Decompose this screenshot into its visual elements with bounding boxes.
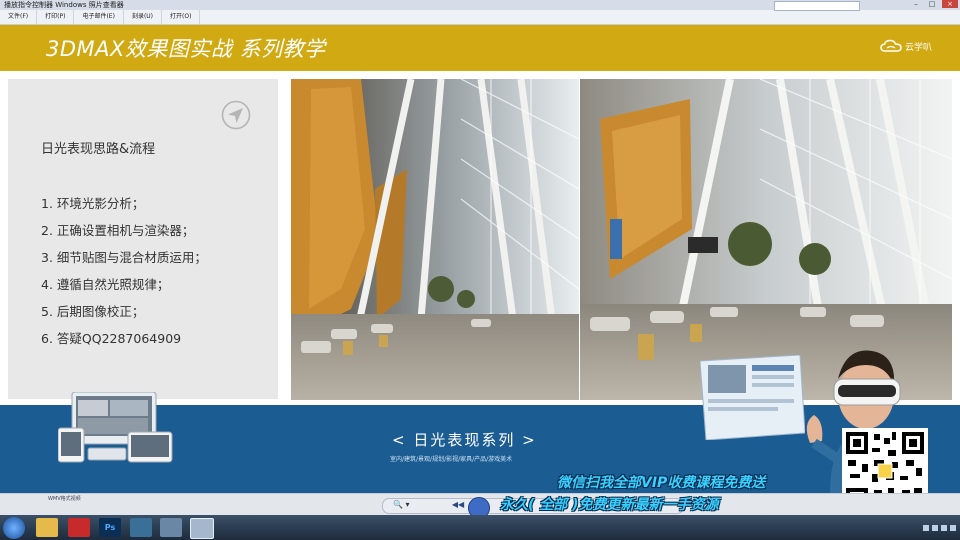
promo-text-line1: 微信扫我全部VIP收费课程免费送 [557,475,766,491]
list-item: 6. 答疑QQ2287064909 [41,331,182,346]
steps-list: 1. 环境光影分析； 2. 正确设置相机与渲染器； 3. 细节贴图与混合材质运用… [41,190,271,352]
flag-icon[interactable] [941,524,947,531]
maximize-button[interactable]: □ [926,0,938,8]
list-item: 3. 细节贴图与混合材质运用； [41,250,207,265]
list-item: 4. 遵循自然光照规律； [41,277,170,292]
zoom-button[interactable]: 🔍 ▾ [393,500,410,509]
floating-screen-image [700,355,805,440]
clock-icon[interactable] [950,524,956,531]
taskbar-window-icon[interactable] [160,518,182,537]
menu-file[interactable]: 文件(F) [0,10,38,24]
video-format-label: WMV格式视频 [48,496,81,502]
network-icon[interactable] [923,524,929,531]
render-image-left [291,79,579,400]
taskbar-photo-viewer-icon[interactable] [190,518,214,539]
taskbar-autodesk-icon[interactable] [68,518,90,537]
list-item: 5. 后期图像校正； [41,304,145,319]
volume-icon[interactable] [932,524,938,531]
menu-email[interactable]: 电子邮件(E) [74,10,124,24]
menu-burn[interactable]: 刻录(U) [124,10,163,24]
window-title: 播放指令控制器 Windows 照片查看器 [4,1,124,9]
close-button[interactable]: × [942,0,958,8]
brand-logo: 云学叭 [880,39,932,53]
list-item: 2. 正确设置相机与渲染器； [41,223,195,238]
panel-heading: 日光表现思路&流程 [41,142,156,157]
search-input[interactable] [774,1,860,11]
taskbar-photoshop-icon[interactable]: Ps [99,518,121,537]
banner-title: < 日光表现系列 > [392,431,537,449]
logo-text: 云学叭 [904,42,932,53]
devices-image [58,392,173,463]
navigation-arrow-icon [221,100,251,130]
previous-button[interactable]: ◀◀ [450,500,466,510]
taskbar-3dsmax-icon[interactable] [130,518,152,537]
menu-open[interactable]: 打开(O) [162,10,201,24]
window-controls: – □ × [910,0,958,10]
taskbar-folder-icon[interactable] [36,518,58,537]
minimize-button[interactable]: – [910,0,922,8]
banner-subtitle: 室内/建筑/景观/规划/影视/家具/产品/游戏美术 [390,456,513,463]
system-tray [868,518,956,537]
content-panel: 日光表现思路&流程 1. 环境光影分析； 2. 正确设置相机与渲染器； 3. 细… [8,79,278,399]
slide-title: 3DMAX效果图实战 系列教学 [46,37,326,61]
start-button[interactable] [3,517,25,539]
promo-text-line2: 永久( 全部 )免费更新最新一手资源 [500,497,719,513]
cloud-icon [880,39,902,52]
slide-header: 3DMAX效果图实战 系列教学 云学叭 [0,25,960,71]
menubar: 文件(F) 打印(P) 电子邮件(E) 刻录(U) 打开(O) [0,10,960,25]
menu-print[interactable]: 打印(P) [37,10,75,24]
list-item: 1. 环境光影分析； [41,196,145,211]
